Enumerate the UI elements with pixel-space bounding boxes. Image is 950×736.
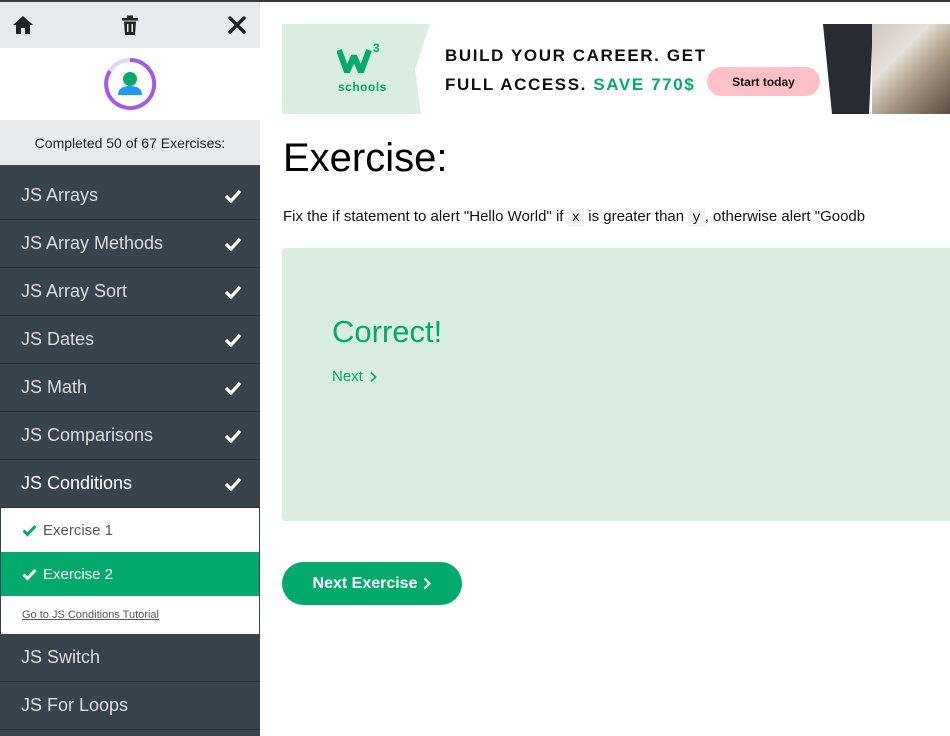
next-exercise-label: Next Exercise <box>312 574 418 592</box>
exercise-section-list: JS Arrays JS Array Methods JS Array Sort… <box>0 172 260 730</box>
logo-superscript: 3 <box>373 42 380 55</box>
check-icon <box>224 429 242 443</box>
sidebar-item-js-comparisons[interactable]: JS Comparisons <box>0 412 260 460</box>
exercise-label: Exercise 2 <box>43 565 114 583</box>
w3schools-logo: 3 schools <box>282 24 430 114</box>
sidebar-item-label: JS Array Methods <box>21 233 164 253</box>
sidebar-item-label: JS Arrays <box>21 185 99 205</box>
check-icon <box>22 568 37 581</box>
trash-icon[interactable] <box>117 12 143 38</box>
exercise-2-item[interactable]: Exercise 2 <box>1 552 259 596</box>
ad-line-1: BUILD YOUR CAREER. GET <box>445 46 707 65</box>
sidebar-item-js-conditions[interactable]: JS Conditions <box>0 460 260 508</box>
sidebar-item-label: JS Dates <box>21 329 95 349</box>
home-icon[interactable] <box>10 12 36 38</box>
sidebar-item-label: JS Switch <box>21 647 101 667</box>
check-icon <box>224 477 242 491</box>
sidebar-item-js-switch[interactable]: JS Switch <box>0 634 260 682</box>
ad-dark-stripe <box>823 24 873 114</box>
correct-message: Correct! <box>332 314 443 349</box>
sidebar-item-js-dates[interactable]: JS Dates <box>0 316 260 364</box>
logo-text: schools <box>338 80 387 94</box>
w3-logo-icon: 3 <box>337 42 380 74</box>
page-title: Exercise: <box>283 136 448 180</box>
progress-avatar <box>0 48 260 120</box>
next-link[interactable]: Next <box>332 368 377 385</box>
next-exercise-button[interactable]: Next Exercise <box>282 562 462 605</box>
ad-line-2: FULL ACCESS. SAVE 770$ <box>445 70 707 99</box>
chevron-right-icon <box>370 371 377 382</box>
ad-headline: BUILD YOUR CAREER. GET FULL ACCESS. SAVE… <box>445 41 707 99</box>
start-today-button[interactable]: Start today <box>707 67 820 96</box>
desc-text-2: is greater than <box>584 208 689 225</box>
sidebar-item-js-math[interactable]: JS Math <box>0 364 260 412</box>
result-panel: Correct! Next <box>282 248 950 521</box>
check-icon <box>22 524 37 537</box>
exercise-label: Exercise 1 <box>43 521 114 539</box>
sidebar-item-js-array-sort[interactable]: JS Array Sort <box>0 268 260 316</box>
exercise-sidebar: Completed 50 of 67 Exercises: JS Arrays … <box>0 2 260 736</box>
sidebar-item-label: JS Array Sort <box>21 281 128 301</box>
check-icon <box>224 237 242 251</box>
conditions-exercises: Exercise 1 Exercise 2 Go to JS Condition… <box>0 508 260 634</box>
exercise-1-item[interactable]: Exercise 1 <box>1 508 259 552</box>
progress-text: Completed 50 of 67 Exercises: <box>0 120 260 172</box>
next-link-label: Next <box>332 368 363 385</box>
desc-text-3: , otherwise alert "Goodb <box>704 208 866 225</box>
sidebar-item-label: JS For Loops <box>21 695 129 715</box>
ad-photo <box>872 24 950 114</box>
check-icon <box>224 285 242 299</box>
code-x: x <box>567 209 585 227</box>
sidebar-item-label: JS Comparisons <box>21 425 154 445</box>
ad-save-text: SAVE 770$ <box>593 75 696 94</box>
chevron-right-icon <box>424 577 432 590</box>
check-icon <box>224 333 242 347</box>
sidebar-item-label: JS Conditions <box>21 473 133 493</box>
tutorial-link[interactable]: Go to JS Conditions Tutorial <box>1 596 259 634</box>
check-icon <box>224 189 242 203</box>
exercise-description: Fix the if statement to alert "Hello Wor… <box>283 206 865 229</box>
close-icon[interactable] <box>224 12 250 38</box>
user-progress-avatar-icon <box>104 57 157 110</box>
sidebar-item-js-arrays[interactable]: JS Arrays <box>0 172 260 220</box>
sidebar-item-label: JS Math <box>21 377 88 397</box>
sidebar-item-js-array-methods[interactable]: JS Array Methods <box>0 220 260 268</box>
check-icon <box>224 381 242 395</box>
sidebar-item-js-for-loops[interactable]: JS For Loops <box>0 682 260 730</box>
sidebar-toolbar <box>0 2 260 48</box>
code-y: y <box>688 209 705 227</box>
ad-line-2-text: FULL ACCESS. <box>445 75 587 94</box>
desc-text-1: Fix the if statement to alert "Hello Wor… <box>283 208 568 225</box>
ad-banner[interactable]: 3 schools BUILD YOUR CAREER. GET FULL AC… <box>282 24 950 114</box>
